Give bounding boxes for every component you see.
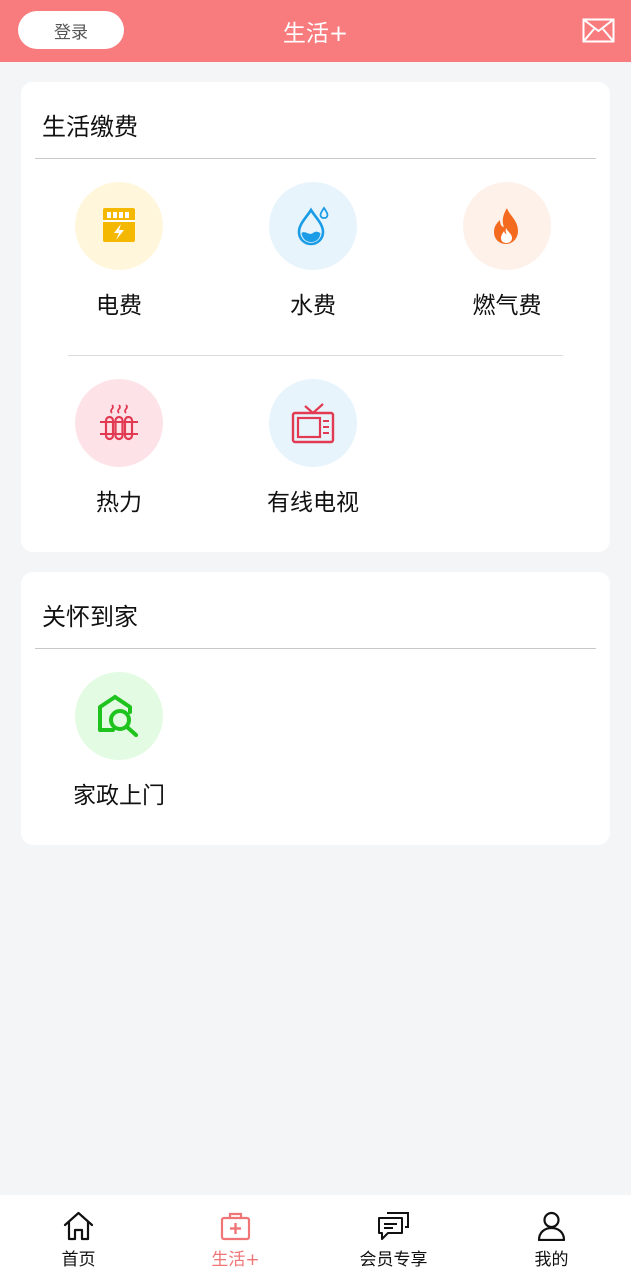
- user-icon: [537, 1211, 566, 1241]
- care-home-card: 关怀到家 家政上门: [21, 572, 610, 845]
- electricity-icon: [75, 182, 163, 270]
- pay-item-label: 有线电视: [267, 490, 359, 516]
- care-item-housekeeping[interactable]: 家政上门: [39, 672, 199, 812]
- pay-item-water[interactable]: 水费: [233, 182, 393, 322]
- top-header: 登录 生活+: [0, 0, 631, 62]
- pay-item-label: 燃气费: [472, 293, 542, 319]
- section-title: 关怀到家: [42, 603, 138, 631]
- tab-label: 我的: [534, 1250, 569, 1270]
- row-divider: [68, 355, 563, 356]
- bottom-tab-bar: 首页 生活+ 会员专享 我的: [0, 1195, 631, 1280]
- divider: [35, 648, 596, 649]
- tab-label: 生活+: [211, 1250, 260, 1270]
- chat-icon: [378, 1212, 409, 1240]
- care-item-label: 家政上门: [73, 783, 165, 809]
- tab-label: 首页: [61, 1250, 96, 1270]
- pay-item-cable-tv[interactable]: 有线电视: [233, 379, 393, 519]
- section-title: 生活缴费: [42, 113, 138, 141]
- page-title: 生活+: [282, 21, 349, 47]
- life-kit-icon: [220, 1212, 251, 1241]
- pay-item-label: 热力: [96, 490, 142, 516]
- tab-member[interactable]: 会员专享: [315, 1195, 472, 1280]
- pay-item-heating[interactable]: 热力: [39, 379, 199, 519]
- tv-icon: [269, 379, 357, 467]
- home-icon: [63, 1211, 94, 1241]
- pay-item-gas[interactable]: 燃气费: [427, 182, 587, 322]
- life-payment-card: 生活缴费 电费 水费 燃气费 热力 有线电视: [21, 82, 610, 552]
- pay-item-label: 水费: [290, 293, 336, 319]
- home-search-icon: [75, 672, 163, 760]
- tab-home[interactable]: 首页: [0, 1195, 157, 1280]
- pay-item-label: 电费: [96, 293, 142, 319]
- pay-item-electricity[interactable]: 电费: [39, 182, 199, 322]
- radiator-icon: [75, 379, 163, 467]
- tab-label: 会员专享: [359, 1250, 428, 1270]
- flame-icon: [463, 182, 551, 270]
- divider: [35, 158, 596, 159]
- tab-life[interactable]: 生活+: [157, 1195, 314, 1280]
- tab-mine[interactable]: 我的: [473, 1195, 630, 1280]
- water-drop-icon: [269, 182, 357, 270]
- mail-icon[interactable]: [582, 18, 615, 43]
